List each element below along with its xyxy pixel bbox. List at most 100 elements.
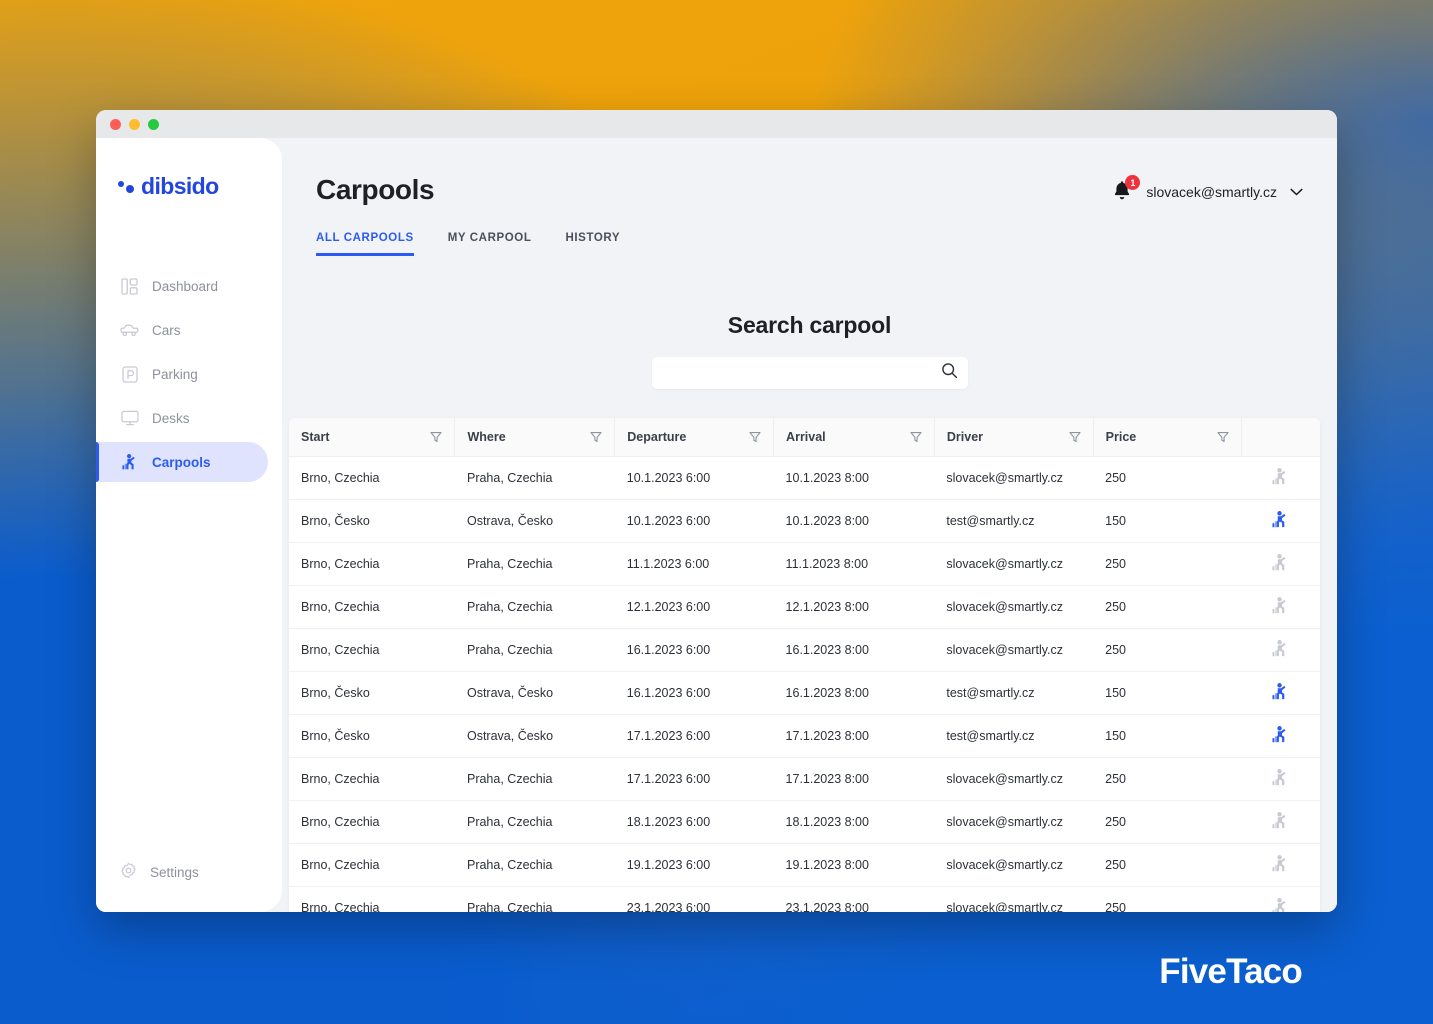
filter-icon[interactable] [910, 431, 922, 443]
notifications-button[interactable]: 1 [1112, 175, 1141, 203]
filter-icon[interactable] [1217, 431, 1229, 443]
sidebar-item-parking[interactable]: Parking [96, 354, 268, 394]
cell-join-action[interactable] [1242, 886, 1320, 912]
cell-join-action[interactable] [1241, 542, 1320, 586]
cell-join-action[interactable] [1241, 757, 1320, 801]
cell-start: Brno, Czechia [301, 900, 380, 912]
carpool-person-icon[interactable] [1271, 897, 1290, 912]
cell-join-action[interactable] [1241, 800, 1320, 844]
table-row[interactable]: Brno, Czechia Praha, Czechia 16.1.2023 6:0… [289, 628, 1320, 672]
filter-icon[interactable] [1069, 431, 1081, 443]
table-row[interactable]: Brno, Czechia Praha, Czechia 17.1.2023 6:0… [289, 757, 1320, 801]
window-minimize-button[interactable] [129, 118, 140, 130]
cell-join-action[interactable] [1241, 714, 1320, 758]
cell-departure: 10.1.2023 6:00 [614, 456, 774, 500]
sidebar-item-label: Parking [152, 366, 198, 382]
search-input[interactable] [663, 365, 941, 381]
sidebar-item-settings[interactable]: Settings [96, 854, 282, 890]
tab-my-carpool[interactable]: MY CARPOOL [448, 232, 532, 256]
cell-start: Brno, Czechia [289, 757, 455, 801]
cell-driver: test@smartly.cz [934, 671, 1094, 715]
carpool-person-icon[interactable] [1271, 811, 1290, 830]
cell-where: Ostrava, Česko [454, 671, 615, 715]
column-label: Departure [627, 429, 687, 444]
filter-icon[interactable] [590, 431, 602, 443]
table-row[interactable]: Brno, Czechia Praha, Czechia 23.1.2023 6:0… [289, 886, 1320, 912]
sidebar-item-label: Desks [152, 410, 190, 426]
filter-icon[interactable] [430, 431, 443, 443]
cell-arrival: 16.1.2023 8:00 [773, 628, 935, 672]
cell-price: 250 [1093, 757, 1242, 801]
table-row[interactable]: Brno, Czechia Praha, Czechia 19.1.2023 6:0… [289, 843, 1320, 887]
table-row[interactable]: Brno, Česko Ostrava, Česko 10.1.2023 6:00 1… [289, 499, 1320, 543]
cell-join-action[interactable] [1241, 628, 1320, 672]
cell-where: Ostrava, Česko [454, 714, 615, 758]
cell-driver: slovacek@smartly.cz [934, 757, 1094, 801]
carpool-person-icon[interactable] [1271, 510, 1290, 529]
page-header: Carpools 1 slovacek@smartly.cz [282, 138, 1337, 206]
cell-price: 250 [1093, 456, 1242, 500]
window-zoom-button[interactable] [148, 118, 159, 130]
cell-join-action[interactable] [1241, 671, 1320, 715]
tab-bar: ALL CARPOOLS MY CARPOOL HISTORY [282, 232, 1337, 256]
window-titlebar [96, 110, 1337, 138]
column-header-price[interactable]: Price [1093, 418, 1243, 457]
cell-join-action[interactable] [1241, 456, 1320, 500]
table-row[interactable]: Brno, Czechia Praha, Czechia 10.1.2023 6:0… [289, 456, 1320, 500]
cell-join-action[interactable] [1241, 499, 1320, 543]
tab-all-carpools[interactable]: ALL CARPOOLS [316, 232, 414, 256]
table-row[interactable]: Brno, Czechia Praha, Czechia 11.1.2023 6:0… [289, 542, 1320, 586]
column-header-arrival[interactable]: Arrival [773, 418, 935, 457]
cell-departure: 11.1.2023 6:00 [614, 542, 774, 586]
sidebar-item-dashboard[interactable]: Dashboard [96, 266, 268, 306]
table-row[interactable]: Brno, Czechia Praha, Czechia 18.1.2023 6:0… [289, 800, 1320, 844]
carpool-person-icon[interactable] [1271, 467, 1290, 486]
cell-where: Praha, Czechia [466, 900, 553, 912]
cell-join-action[interactable] [1241, 585, 1320, 629]
carpool-person-icon[interactable] [1271, 725, 1290, 744]
brand-logo[interactable]: dibsido [96, 168, 282, 204]
carpool-person-icon[interactable] [1271, 682, 1290, 701]
search-box[interactable] [651, 357, 968, 389]
cell-price: 250 [1105, 900, 1126, 912]
tab-history[interactable]: HISTORY [565, 232, 620, 256]
carpool-person-icon [120, 453, 139, 472]
carpool-person-icon[interactable] [1271, 639, 1290, 658]
cell-where: Praha, Czechia [454, 757, 615, 801]
carpool-person-icon[interactable] [1271, 854, 1290, 873]
column-header-where[interactable]: Where [454, 418, 616, 457]
column-header-driver[interactable]: Driver [934, 418, 1094, 457]
column-header-start[interactable]: Start [289, 418, 456, 457]
table-row[interactable]: Brno, Česko Ostrava, Česko 16.1.2023 6:00 1… [289, 671, 1320, 715]
carpool-person-icon[interactable] [1271, 596, 1290, 615]
table-row[interactable]: Brno, Česko Ostrava, Česko 17.1.2023 6:00 1… [289, 714, 1320, 758]
cell-where: Praha, Czechia [454, 628, 615, 672]
filter-icon[interactable] [749, 431, 761, 443]
sidebar-item-desks[interactable]: Desks [96, 398, 268, 438]
carpools-table: Start Where Departure Arrival Driver Pri… [289, 418, 1320, 912]
cell-start: Brno, Czechia [289, 800, 455, 844]
sidebar-item-label: Dashboard [152, 278, 219, 294]
cell-departure: 16.1.2023 6:00 [614, 671, 774, 715]
column-header-departure[interactable]: Departure [614, 418, 775, 457]
cell-join-action[interactable] [1241, 843, 1320, 887]
page-title: Carpools [316, 174, 435, 205]
cell-where: Praha, Czechia [454, 800, 615, 844]
table-row[interactable]: Brno, Czechia Praha, Czechia 12.1.2023 6:0… [289, 585, 1320, 629]
sidebar-item-cars[interactable]: Cars [96, 310, 268, 350]
user-menu[interactable]: 1 slovacek@smartly.cz [1112, 175, 1303, 203]
window-close-button[interactable] [110, 118, 121, 130]
carpool-person-icon[interactable] [1271, 553, 1290, 572]
cell-start: Brno, Česko [289, 714, 455, 758]
cell-where: Ostrava, Česko [454, 499, 615, 543]
cell-price: 250 [1093, 800, 1242, 844]
carpool-person-icon[interactable] [1271, 768, 1290, 787]
chevron-down-icon[interactable] [1290, 185, 1303, 198]
cell-arrival: 18.1.2023 8:00 [773, 800, 935, 844]
desk-monitor-icon [120, 409, 139, 428]
sidebar-item-carpools[interactable]: Carpools [96, 442, 268, 482]
search-icon[interactable] [941, 362, 958, 384]
cell-start: Brno, Czechia [289, 542, 455, 586]
cell-departure: 18.1.2023 6:00 [614, 800, 774, 844]
